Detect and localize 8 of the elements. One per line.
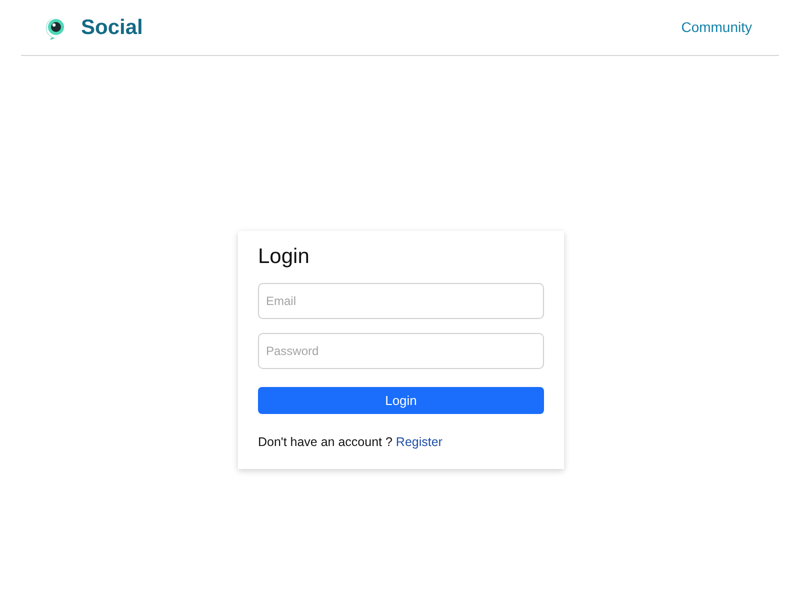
brand-name[interactable]: Social [81,16,143,40]
register-prompt: Don't have an account ? [258,435,392,449]
input-field[interactable]: Password [258,333,544,369]
login-title: Login [258,245,310,269]
login-button[interactable]: Login [258,387,544,414]
nav-link[interactable]: Community [681,18,752,34]
register-link[interactable]: Register [396,435,442,449]
input-field[interactable]: Email [258,283,544,319]
